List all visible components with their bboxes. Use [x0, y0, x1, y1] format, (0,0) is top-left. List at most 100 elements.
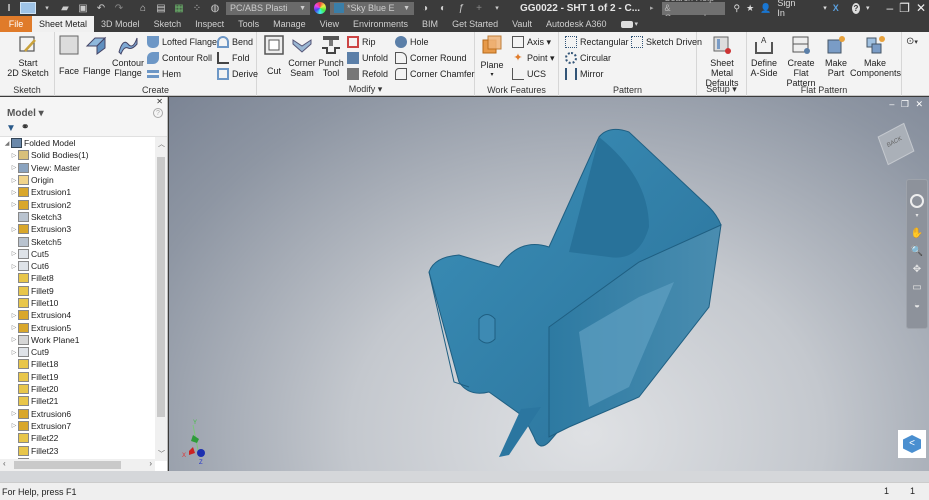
customize-icon[interactable]: ▾ — [490, 2, 504, 14]
tab-manage[interactable]: Manage — [266, 16, 313, 32]
lofted-flange-button[interactable]: Lofted Flange — [147, 35, 217, 49]
make-part-button[interactable]: Make Part — [823, 34, 849, 78]
filter-icon[interactable]: ▼ — [6, 123, 16, 134]
tab-bim[interactable]: BIM — [415, 16, 445, 32]
tree-item[interactable]: Fillet10 — [0, 297, 155, 309]
plane-button[interactable]: Plane ▾ — [479, 34, 505, 80]
point-button[interactable]: ✦ Point ▾ — [512, 51, 554, 65]
parameters-icon[interactable]: ƒ — [454, 2, 468, 14]
expand-icon[interactable]: ▷ — [10, 201, 18, 208]
ucs-button[interactable]: UCS — [512, 67, 546, 81]
tab-overflow-button[interactable]: ▾ — [614, 16, 646, 32]
home-icon[interactable]: ⌂ — [136, 2, 150, 14]
new-icon[interactable] — [20, 2, 36, 14]
tree-item[interactable]: ▷ Extrusion6 — [0, 408, 155, 420]
appearance-icon[interactable]: ◍ — [208, 2, 222, 14]
user-icon[interactable]: 👤 — [760, 3, 771, 14]
ribbon-options-button[interactable]: ⊙▾ — [906, 36, 918, 47]
bend-button[interactable]: Bend — [217, 35, 253, 49]
tree-item[interactable]: Sketch3 — [0, 211, 155, 223]
expand-icon[interactable]: ▷ — [10, 263, 18, 270]
tree-item[interactable]: Fillet22 — [0, 432, 155, 444]
close-icon[interactable]: ✕ — [916, 1, 926, 15]
corner-round-button[interactable]: Corner Round — [395, 51, 467, 65]
flange-button[interactable]: Flange — [83, 34, 111, 76]
scroll-left-icon[interactable]: ‹ — [3, 459, 6, 468]
expand-icon[interactable]: ▷ — [10, 164, 18, 171]
vertical-scroll-thumb[interactable] — [157, 157, 165, 417]
scroll-right-icon[interactable]: › — [149, 459, 152, 468]
tree-item[interactable]: ▷ Cut6 — [0, 260, 155, 272]
tree-item[interactable]: Fillet23 — [0, 444, 155, 456]
corner-chamfer-button[interactable]: Corner Chamfer — [395, 67, 475, 81]
color-wheel-icon[interactable] — [314, 2, 326, 14]
define-a-side-button[interactable]: A Define A-Side — [749, 34, 779, 78]
sheet-metal-defaults-button[interactable]: Sheet Metal Defaults — [698, 34, 746, 88]
tree-item[interactable]: Fillet18 — [0, 358, 155, 370]
mirror-button[interactable]: Mirror — [565, 67, 604, 81]
minimize-icon[interactable]: – — [886, 1, 893, 15]
help-icon[interactable]: ? — [851, 2, 860, 14]
tab-sheet-metal[interactable]: Sheet Metal — [32, 16, 95, 32]
inventor-logo-icon[interactable]: I — [2, 2, 16, 14]
share-button[interactable]: < — [898, 430, 926, 458]
redo-icon[interactable]: ↷ — [112, 2, 126, 14]
star-icon[interactable]: ★ — [746, 3, 754, 14]
expand-icon[interactable]: ▷ — [10, 250, 18, 257]
search-input[interactable]: Search Help & Commands... — [661, 0, 725, 23]
tree-item[interactable]: ▷ Extrusion1 — [0, 186, 155, 198]
scroll-down-icon[interactable]: ﹀ — [158, 449, 165, 459]
tree-item[interactable]: ▷ Cut9 — [0, 346, 155, 358]
update-icon[interactable]: ▦ — [172, 2, 186, 14]
3d-model[interactable] — [169, 97, 929, 471]
expand-icon[interactable]: ▷ — [10, 349, 18, 356]
rectangular-pattern-button[interactable]: Rectangular — [565, 35, 629, 49]
tab-vault[interactable]: Vault — [505, 16, 539, 32]
tab-file[interactable]: File — [0, 16, 32, 32]
expand-icon[interactable]: ▷ — [10, 177, 18, 184]
tab-tools[interactable]: Tools — [231, 16, 266, 32]
select-icon[interactable]: ⁘ — [190, 2, 204, 14]
panel-title-setup[interactable]: Setup ▾ — [697, 84, 746, 95]
corner-seam-button[interactable]: Corner Seam — [288, 34, 316, 78]
tree-item[interactable]: Fillet8 — [0, 272, 155, 284]
print-icon[interactable]: ▤ — [154, 2, 168, 14]
horizontal-scrollbar[interactable]: ‹ › — [0, 459, 155, 471]
tree-item[interactable]: Fillet21 — [0, 395, 155, 407]
browser-title[interactable]: Model ▾ — [7, 108, 44, 119]
expand-icon[interactable]: ▷ — [10, 312, 18, 319]
hole-button[interactable]: Hole — [395, 35, 429, 49]
appearance-combo[interactable]: *Sky Blue E ▼ — [330, 1, 414, 15]
tab-inspect[interactable]: Inspect — [188, 16, 231, 32]
expand-icon[interactable]: ▷ — [10, 189, 18, 196]
face-button[interactable]: Face — [58, 34, 80, 76]
save-icon[interactable]: ▣ — [76, 2, 90, 14]
rip-button[interactable]: Rip — [347, 35, 376, 49]
chevron-down-icon[interactable]: ▾ — [866, 4, 870, 12]
punch-tool-button[interactable]: Punch Tool — [317, 34, 345, 78]
expand-icon[interactable]: ▷ — [10, 410, 18, 417]
unfold-button[interactable]: Unfold — [347, 51, 388, 65]
expand-icon[interactable]: ▷ — [10, 152, 18, 159]
panel-title-modify[interactable]: Modify ▾ — [257, 84, 474, 95]
binoculars-icon[interactable]: ⚲ — [734, 3, 741, 14]
expand-icon[interactable]: ▷ — [10, 324, 18, 331]
tree-item[interactable]: ▷ Work Plane1 — [0, 334, 155, 346]
expand-icon[interactable]: ▷ — [10, 336, 18, 343]
tab-autodesk-a360[interactable]: Autodesk A360 — [539, 16, 614, 32]
tree-item[interactable]: ▷ Extrusion4 — [0, 309, 155, 321]
circular-pattern-button[interactable]: Circular — [565, 51, 611, 65]
collapse-icon[interactable]: ◢ — [3, 140, 11, 147]
vertical-scrollbar[interactable]: ︿ ﹀ — [155, 137, 167, 461]
horizontal-scroll-thumb[interactable] — [14, 461, 121, 469]
undo-icon[interactable]: ↶ — [94, 2, 108, 14]
tab-view[interactable]: View — [313, 16, 346, 32]
tab-environments[interactable]: Environments — [346, 16, 415, 32]
expand-icon[interactable]: ▷ — [10, 226, 18, 233]
tree-item[interactable]: Sketch5 — [0, 235, 155, 247]
help-icon[interactable]: ? — [153, 108, 163, 118]
cut-button[interactable]: Cut — [262, 34, 286, 76]
open-icon[interactable]: ▰ — [58, 2, 72, 14]
tab-get-started[interactable]: Get Started — [445, 16, 505, 32]
binoculars-icon[interactable]: ⚭ — [21, 122, 29, 133]
